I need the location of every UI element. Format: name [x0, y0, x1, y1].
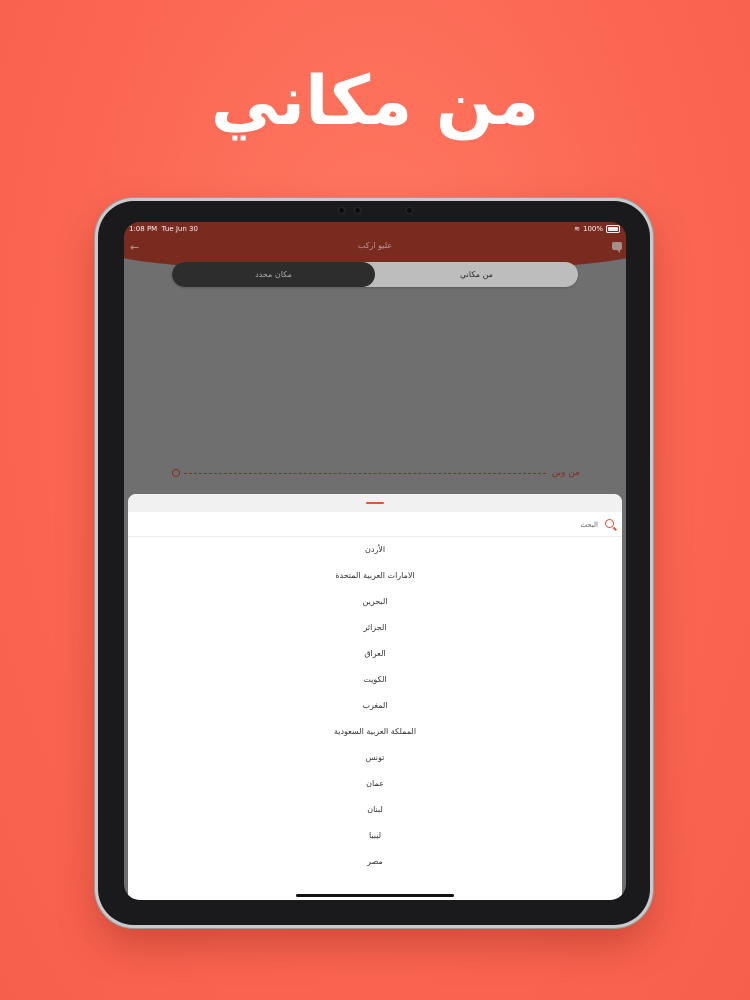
- country-item[interactable]: ليبيا: [128, 823, 622, 849]
- search-bar: [128, 512, 622, 537]
- country-item[interactable]: لبنان: [128, 797, 622, 823]
- country-item[interactable]: تونس: [128, 745, 622, 771]
- country-item[interactable]: العراق: [128, 641, 622, 667]
- country-item[interactable]: مصر: [128, 849, 622, 875]
- search-icon: [605, 519, 614, 528]
- search-input[interactable]: [156, 516, 600, 534]
- status-right-group: ≋ 100%: [574, 222, 620, 236]
- segment-specific-place[interactable]: مكان محدد: [172, 262, 375, 287]
- battery-icon: [606, 225, 620, 233]
- segment-my-location[interactable]: من مكاني: [375, 262, 578, 287]
- wifi-icon: ≋: [574, 225, 580, 233]
- app-title: عليو اركب: [357, 241, 393, 250]
- home-indicator[interactable]: [296, 894, 454, 897]
- front-camera-icon: [337, 206, 346, 215]
- tablet-screen: 1:08 PM Tue Jun 30 ≋ 100% ← عليو اركب مك…: [124, 222, 626, 900]
- country-item[interactable]: المملكة العربية السعودية: [128, 719, 622, 745]
- country-picker-sheet: الأردن الامارات العربية المتحدة البحرين …: [128, 494, 622, 900]
- front-sensor-icon: [353, 206, 362, 215]
- device-volume-down-button: [650, 286, 654, 314]
- location-mode-toggle: مكان محدد من مكاني: [172, 262, 578, 287]
- country-item[interactable]: المغرب: [128, 693, 622, 719]
- country-item[interactable]: الجزائر: [128, 615, 622, 641]
- device-volume-up-button: [650, 252, 654, 280]
- country-item[interactable]: عمان: [128, 771, 622, 797]
- country-item[interactable]: الامارات العربية المتحدة: [128, 563, 622, 589]
- promo-headline: من مكاني: [210, 62, 540, 141]
- battery-percent: 100%: [582, 225, 603, 233]
- country-list: الأردن الامارات العربية المتحدة البحرين …: [128, 537, 622, 875]
- route-from-row[interactable]: من وين: [170, 466, 580, 480]
- country-item[interactable]: البحرين: [128, 589, 622, 615]
- route-from-label: من وين: [551, 468, 580, 478]
- front-sensor-icon: [405, 206, 414, 215]
- status-time: 1:08 PM: [129, 225, 158, 233]
- status-date: Tue Jun 30: [161, 225, 198, 233]
- status-time-date: 1:08 PM Tue Jun 30: [129, 222, 198, 236]
- country-item[interactable]: الأردن: [128, 537, 622, 563]
- route-dashed-line: [184, 473, 546, 474]
- sheet-drag-handle[interactable]: [366, 502, 384, 504]
- status-bar: 1:08 PM Tue Jun 30 ≋ 100%: [124, 222, 626, 236]
- country-item[interactable]: الكويت: [128, 667, 622, 693]
- sheet-handle-area[interactable]: [128, 494, 622, 512]
- chat-icon[interactable]: [612, 242, 622, 253]
- origin-dot-icon: [172, 469, 180, 477]
